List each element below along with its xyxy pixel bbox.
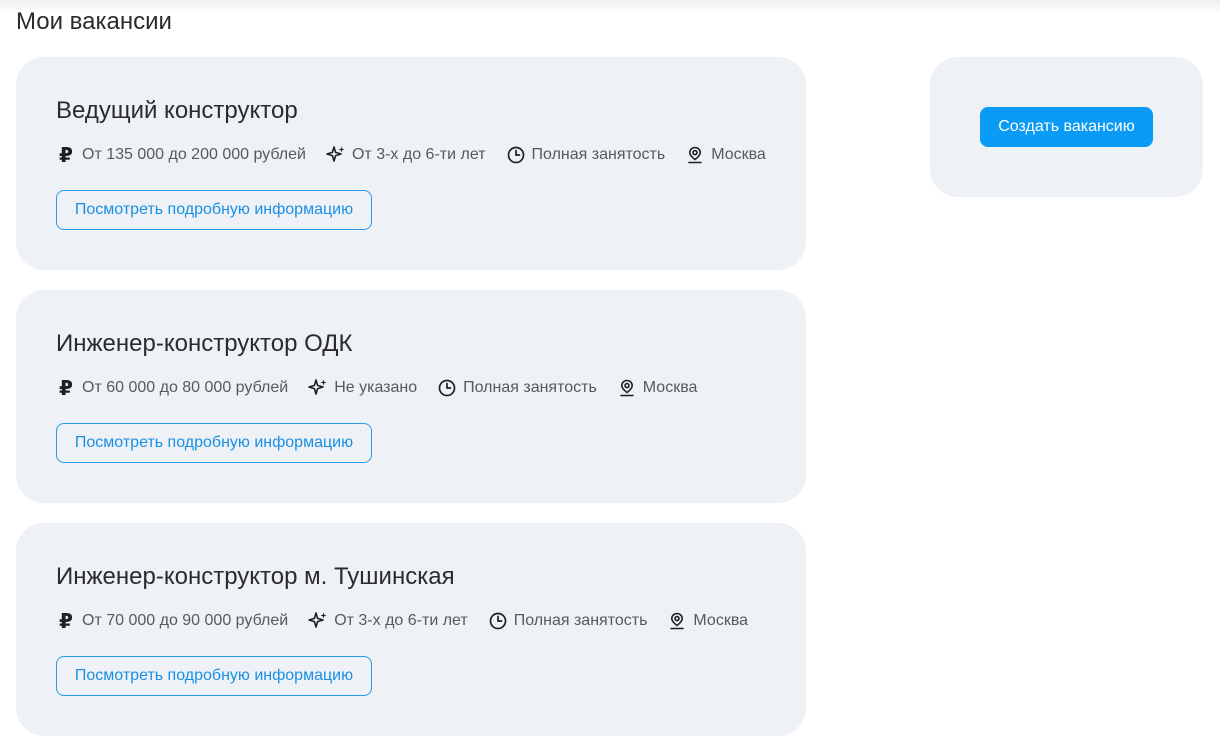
location-pin-icon bbox=[667, 611, 687, 631]
vacancy-meta: ₽ От 135 000 до 200 000 рублей От 3-х до… bbox=[56, 145, 786, 165]
clock-icon bbox=[488, 611, 508, 631]
salary-text: От 60 000 до 80 000 рублей bbox=[82, 379, 289, 396]
vacancy-card: Инженер-конструктор ОДК ₽ От 60 000 до 8… bbox=[16, 290, 806, 503]
vacancy-title: Инженер-конструктор ОДК bbox=[56, 330, 353, 357]
vacancy-employment: Полная занятость bbox=[488, 611, 648, 631]
clock-icon bbox=[437, 378, 457, 398]
page-title: Мои вакансии bbox=[16, 8, 172, 35]
location-text: Москва bbox=[642, 379, 698, 396]
location-text: Москва bbox=[693, 612, 749, 629]
vacancy-location: Москва bbox=[685, 145, 766, 165]
clock-icon bbox=[506, 145, 526, 165]
vacancy-card: Ведущий конструктор ₽ От 135 000 до 200 … bbox=[16, 57, 806, 270]
view-details-button[interactable]: Посмотреть подробную информацию bbox=[56, 656, 372, 696]
experience-text: От 3-х до 6-ти лет bbox=[351, 146, 486, 163]
view-details-button[interactable]: Посмотреть подробную информацию bbox=[56, 423, 372, 463]
sparkle-icon bbox=[326, 145, 346, 165]
location-pin-icon bbox=[685, 145, 705, 165]
salary-text: От 135 000 до 200 000 рублей bbox=[82, 146, 306, 163]
vacancy-title: Ведущий конструктор bbox=[56, 97, 298, 124]
vacancy-experience: Не указано bbox=[308, 378, 417, 398]
vacancy-experience: От 3-х до 6-ти лет bbox=[326, 145, 486, 165]
vacancy-experience: От 3-х до 6-ти лет bbox=[308, 611, 468, 631]
vacancy-meta: ₽ От 70 000 до 90 000 рублей От 3-х до 6… bbox=[56, 611, 768, 631]
employment-text: Полная занятость bbox=[531, 146, 666, 163]
sparkle-icon bbox=[308, 611, 328, 631]
ruble-icon: ₽ bbox=[59, 143, 73, 167]
create-vacancy-panel: Создать вакансию bbox=[930, 57, 1203, 197]
header-shadow bbox=[0, 0, 1220, 14]
employment-text: Полная занятость bbox=[513, 612, 648, 629]
vacancy-salary: ₽ От 60 000 до 80 000 рублей bbox=[56, 378, 288, 398]
vacancy-location: Москва bbox=[617, 378, 698, 398]
location-text: Москва bbox=[711, 146, 766, 163]
vacancy-salary: ₽ От 135 000 до 200 000 рублей bbox=[56, 145, 306, 165]
ruble-icon: ₽ bbox=[59, 376, 73, 400]
experience-text: От 3-х до 6-ти лет bbox=[334, 612, 468, 629]
vacancy-location: Москва bbox=[667, 611, 748, 631]
vacancy-employment: Полная занятость bbox=[506, 145, 666, 165]
vacancy-meta: ₽ От 60 000 до 80 000 рублей Не указано … bbox=[56, 378, 717, 398]
vacancy-title: Инженер-конструктор м. Тушинская bbox=[56, 563, 455, 590]
salary-text: От 70 000 до 90 000 рублей bbox=[82, 612, 289, 629]
create-vacancy-button[interactable]: Создать вакансию bbox=[980, 107, 1153, 147]
ruble-icon: ₽ bbox=[59, 609, 73, 633]
vacancy-salary: ₽ От 70 000 до 90 000 рублей bbox=[56, 611, 288, 631]
location-pin-icon bbox=[617, 378, 637, 398]
view-details-button[interactable]: Посмотреть подробную информацию bbox=[56, 190, 372, 230]
vacancy-employment: Полная занятость bbox=[437, 378, 597, 398]
employment-text: Полная занятость bbox=[463, 379, 597, 396]
vacancy-card: Инженер-конструктор м. Тушинская ₽ От 70… bbox=[16, 523, 806, 736]
sparkle-icon bbox=[308, 378, 328, 398]
experience-text: Не указано bbox=[334, 379, 418, 396]
